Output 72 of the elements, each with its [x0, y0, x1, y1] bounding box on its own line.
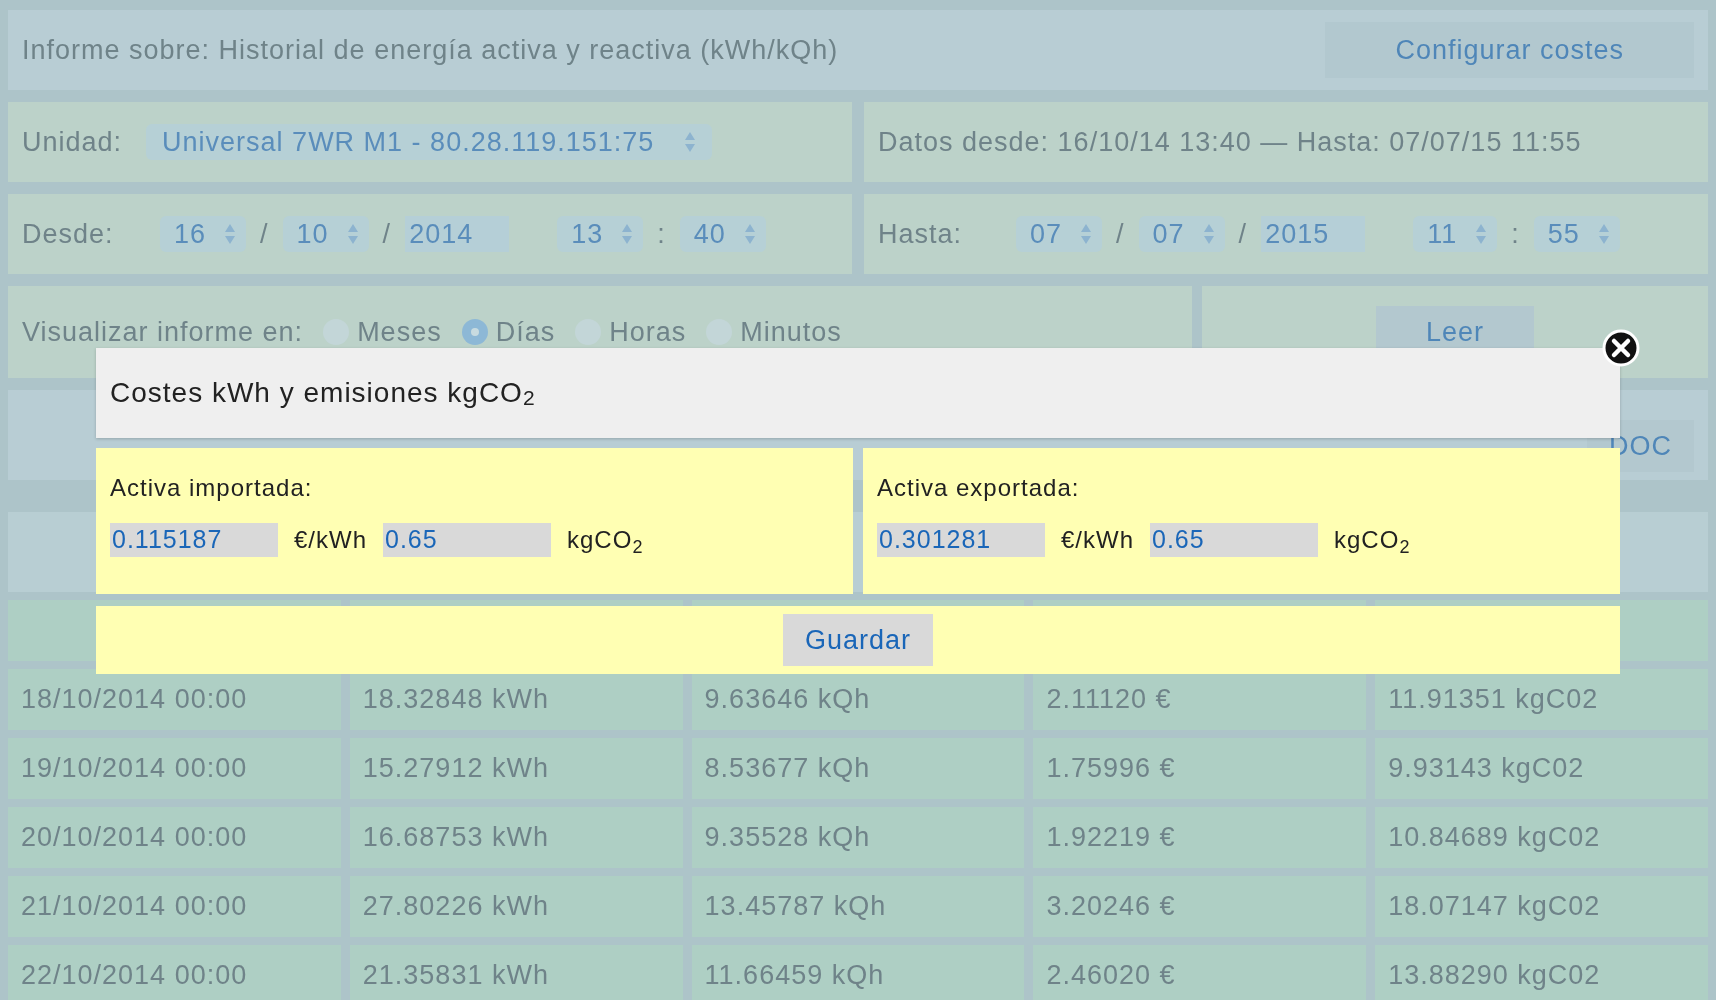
radio-button[interactable]: [461, 319, 488, 345]
data-range-text: Datos desde: 16/10/14 13:40 — Hasta: 07/07/15 11:55: [878, 125, 1582, 159]
view-label: Visualizar informe en:: [22, 315, 304, 349]
separator-text: :: [1511, 217, 1520, 251]
table-cell: 16.68753 kWh: [349, 807, 683, 868]
number-spinner[interactable]: 11: [1413, 216, 1498, 252]
table-cell: 9.93143 kgC02: [1375, 738, 1708, 799]
radio-label: Horas: [609, 315, 687, 349]
number-spinner[interactable]: 07: [1138, 216, 1225, 252]
table-cell: 8.53677 kQh: [691, 738, 1025, 799]
save-button[interactable]: Guardar: [782, 613, 934, 667]
table-cell: 21/10/2014 00:00: [8, 876, 341, 937]
table-cell: 15.27912 kWh: [349, 738, 683, 799]
table-cell: 27.80226 kWh: [349, 876, 683, 937]
table-cell: 18/10/2014 00:00: [8, 669, 341, 730]
updown-icon: [224, 223, 237, 245]
number-spinner[interactable]: 40: [679, 216, 766, 252]
radio-label: Meses: [357, 315, 442, 349]
updown-icon: [743, 223, 756, 245]
report-title: Informe sobre: Historial de energía activa y reactiva (kWh/kQh): [22, 33, 839, 67]
year-field[interactable]: 2015: [1261, 216, 1366, 252]
number-spinner[interactable]: 10: [282, 216, 369, 252]
number-spinner[interactable]: 13: [557, 216, 644, 252]
table-cell: 9.35528 kQh: [691, 807, 1025, 868]
separator-text: /: [1238, 217, 1248, 251]
price-field[interactable]: 0.115187: [110, 523, 278, 557]
number-spinner[interactable]: 07: [1016, 216, 1103, 252]
emission-field[interactable]: 0.65: [1150, 523, 1318, 557]
updown-icon: [1597, 223, 1610, 245]
table-cell: 19/10/2014 00:00: [8, 738, 341, 799]
date-label: Hasta:: [878, 217, 964, 251]
table-cell: 1.92219 €: [1033, 807, 1367, 868]
table-cell: 13.45787 kQh: [691, 876, 1025, 937]
unit-select[interactable]: Universal 7WR M1 - 80.28.119.151:75: [146, 124, 713, 160]
emission-field[interactable]: 0.65: [383, 523, 551, 557]
price-field[interactable]: 0.301281: [877, 523, 1045, 557]
number-spinner[interactable]: 55: [1533, 216, 1620, 252]
radio-label: Días: [495, 315, 556, 349]
updown-icon: [684, 131, 697, 153]
year-field[interactable]: 2014: [405, 216, 510, 252]
date-label: Desde:: [22, 217, 115, 251]
table-cell: 20/10/2014 00:00: [8, 807, 341, 868]
separator-text: :: [657, 217, 666, 251]
unit-label: Unidad:: [22, 125, 123, 159]
table-cell: 22/10/2014 00:00: [8, 945, 341, 1000]
updown-icon: [1080, 223, 1093, 245]
unit-text: €/kWh: [294, 525, 367, 555]
table-cell: 11.66459 kQh: [691, 945, 1025, 1000]
updown-icon: [1202, 223, 1215, 245]
updown-icon: [346, 223, 359, 245]
table-cell: 1.75996 €: [1033, 738, 1367, 799]
table-cell: 13.88290 kgC02: [1375, 945, 1708, 1000]
table-cell: 10.84689 kgC02: [1375, 807, 1708, 868]
panel-label: Activa exportada:: [877, 473, 1081, 503]
radio-label: Minutos: [740, 315, 842, 349]
table-cell: 2.46020 €: [1033, 945, 1367, 1000]
updown-icon: [621, 223, 634, 245]
separator-text: /: [382, 217, 392, 251]
unit-text: kgCO$_{2}$: [567, 525, 644, 558]
number-spinner[interactable]: 16: [160, 216, 247, 252]
table-cell: 11.91351 kgC02: [1375, 669, 1708, 730]
modal-title: Costes kWh y emisiones kgCO$_{2}$: [96, 348, 1620, 438]
separator-text: /: [1116, 217, 1125, 251]
unit-text: kgCO$_{2}$: [1334, 525, 1411, 558]
table-cell: 18.07147 kgC02: [1375, 876, 1708, 937]
panel-label: Activa importada:: [110, 473, 314, 503]
unit-text: €/kWh: [1061, 525, 1134, 555]
separator-text: /: [260, 217, 269, 251]
configure-button[interactable]: Configurar costes: [1325, 21, 1694, 79]
updown-icon: [1475, 223, 1488, 245]
table-cell: 21.35831 kWh: [349, 945, 683, 1000]
table-cell: 3.20246 €: [1033, 876, 1367, 937]
